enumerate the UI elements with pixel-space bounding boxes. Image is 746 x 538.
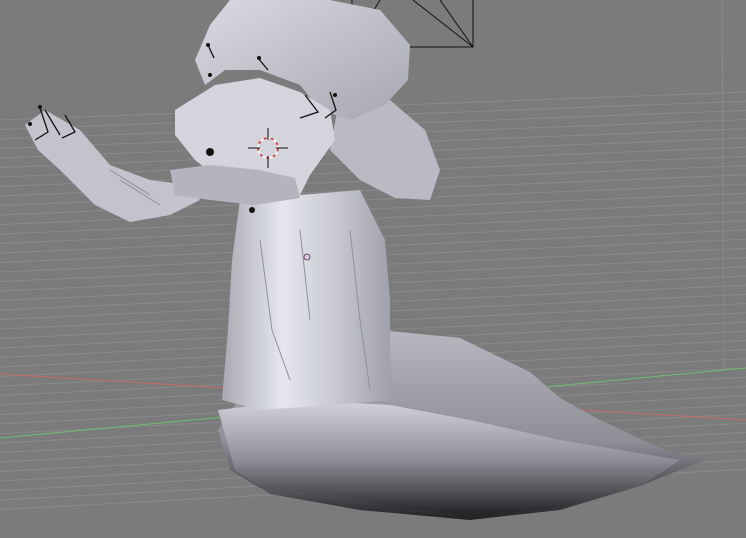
viewport-canvas[interactable] <box>0 0 746 538</box>
3d-viewport[interactable] <box>0 0 746 538</box>
mesh-creature[interactable] <box>25 0 705 520</box>
mesh-body <box>222 190 395 410</box>
object-origin-dot[interactable] <box>303 253 311 261</box>
mesh-left-arm <box>25 110 200 222</box>
mesh-base <box>218 400 680 520</box>
